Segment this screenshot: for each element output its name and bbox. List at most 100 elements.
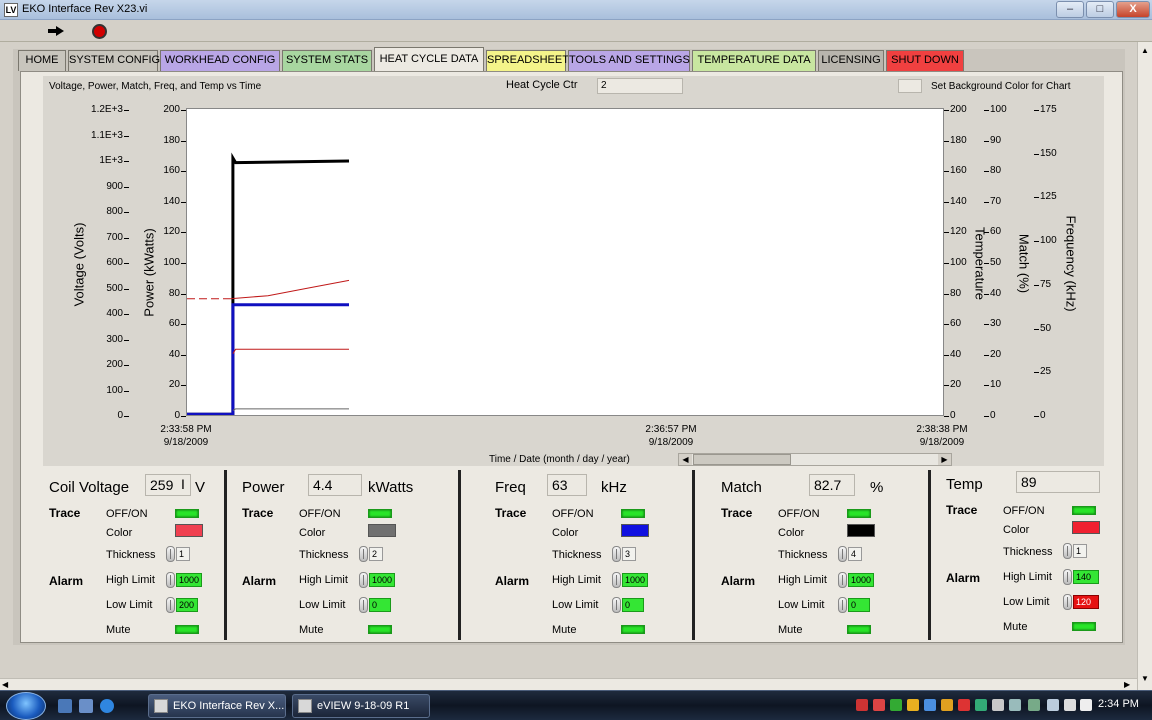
freq-high-limit-input[interactable]: 1000 xyxy=(622,573,648,587)
plot-area[interactable] xyxy=(186,108,944,416)
frequency-axis-tick: 75 xyxy=(1040,278,1052,290)
freq-high-limit-stepper[interactable] xyxy=(612,572,621,588)
match-high-limit-stepper[interactable] xyxy=(838,572,847,588)
taskbar-item-eview[interactable]: eVIEW 9-18-09 R1 xyxy=(292,694,430,718)
scrollbar-thumb[interactable] xyxy=(693,454,791,465)
network-icon[interactable] xyxy=(1047,699,1059,711)
run-button[interactable] xyxy=(46,22,68,40)
tab-heat-cycle-data[interactable]: HEAT CYCLE DATA xyxy=(374,47,484,72)
coil-voltage-thickness-stepper[interactable] xyxy=(166,546,175,562)
power-low-limit-input[interactable]: 0 xyxy=(369,598,391,612)
internet-explorer-icon[interactable] xyxy=(100,699,114,713)
temp-thickness-stepper[interactable] xyxy=(1063,543,1072,559)
power-low-limit-stepper[interactable] xyxy=(359,597,368,613)
axis-tick-mark xyxy=(124,314,129,315)
temp-thickness-input[interactable]: 1 xyxy=(1073,544,1087,558)
scroll-left-icon[interactable]: ◀ xyxy=(2,679,8,690)
tray-icon-green[interactable] xyxy=(890,699,902,711)
power-color-swatch[interactable] xyxy=(368,524,396,537)
tray-icon-red[interactable] xyxy=(856,699,868,711)
tray-icon-shield[interactable] xyxy=(958,699,970,711)
tab-system-stats[interactable]: SYSTEM STATS xyxy=(282,50,372,71)
coil-voltage-color-swatch[interactable] xyxy=(175,524,203,537)
tab-workhead-config[interactable]: WORKHEAD CONFIG xyxy=(160,50,280,71)
tray-icon-orange[interactable] xyxy=(941,699,953,711)
coil-voltage-high-limit-stepper[interactable] xyxy=(166,572,175,588)
scroll-up-arrow-icon[interactable]: ▲ xyxy=(1139,44,1151,58)
window-vertical-scrollbar[interactable]: ▲ ▼ xyxy=(1137,42,1152,690)
freq-thickness-stepper[interactable] xyxy=(612,546,621,562)
temp-color-swatch[interactable] xyxy=(1072,521,1100,534)
tab-spreadsheet[interactable]: SPREADSHEET xyxy=(486,50,569,71)
power-thickness-stepper[interactable] xyxy=(359,546,368,562)
abort-button[interactable] xyxy=(88,22,110,40)
temp-high-limit-stepper[interactable] xyxy=(1063,569,1072,585)
start-button[interactable] xyxy=(6,692,46,720)
tab-home[interactable]: HOME xyxy=(18,50,66,71)
tray-icon-gear[interactable] xyxy=(907,699,919,711)
show-desktop-icon[interactable] xyxy=(58,699,72,713)
tray-icon-ati[interactable] xyxy=(873,699,885,711)
power-thickness-input[interactable]: 2 xyxy=(369,547,383,561)
tab-shut-down[interactable]: SHUT DOWN xyxy=(886,50,964,71)
match-mute-toggle[interactable] xyxy=(847,625,871,634)
temp-trace-toggle[interactable] xyxy=(1072,506,1096,515)
heat-cycle-counter: 2 xyxy=(597,78,683,94)
freq-low-limit-input[interactable]: 0 xyxy=(622,598,644,612)
coil-voltage-trace-toggle[interactable] xyxy=(175,509,199,518)
scroll-right-icon[interactable]: ▶ xyxy=(1124,679,1130,690)
freq-trace-toggle[interactable] xyxy=(621,509,645,518)
coil-voltage-mute-toggle[interactable] xyxy=(175,625,199,634)
tab-licensing[interactable]: LICENSING xyxy=(818,50,884,71)
temp-high-limit-input[interactable]: 140 xyxy=(1073,570,1099,584)
temp-mute-toggle[interactable] xyxy=(1072,622,1096,631)
volume-icon[interactable] xyxy=(1064,699,1076,711)
switch-windows-icon[interactable] xyxy=(79,699,93,713)
match-thickness-stepper[interactable] xyxy=(838,546,847,562)
tray-icon-device[interactable] xyxy=(992,699,1004,711)
match-low-limit-input[interactable]: 0 xyxy=(848,598,870,612)
temperature-axis-tick: 120 xyxy=(950,226,967,238)
taskbar-item-eko[interactable]: EKO Interface Rev X... xyxy=(148,694,286,718)
battery-icon[interactable] xyxy=(1080,699,1092,711)
coil-voltage-thickness-input[interactable]: 1 xyxy=(176,547,190,561)
power-trace-toggle[interactable] xyxy=(368,509,392,518)
coil-voltage-low-limit-stepper[interactable] xyxy=(166,597,175,613)
coil-voltage-high-limit-input[interactable]: 1000 xyxy=(176,573,202,587)
match-thickness-input[interactable]: 4 xyxy=(848,547,862,561)
tray-icon-network-2[interactable] xyxy=(1028,699,1040,711)
scroll-down-arrow-icon[interactable]: ▼ xyxy=(1139,672,1151,686)
freq-thickness-input[interactable]: 3 xyxy=(622,547,636,561)
tab-tools-and-settings[interactable]: TOOLS AND SETTINGS xyxy=(568,50,690,71)
scroll-left-arrow-icon[interactable]: ◀ xyxy=(679,454,692,465)
maximize-button[interactable]: □ xyxy=(1086,1,1114,18)
frequency-axis-tick: 50 xyxy=(1040,322,1052,334)
tab-system-config[interactable]: SYSTEM CONFIG xyxy=(68,50,160,71)
match-high-limit-input[interactable]: 1000 xyxy=(848,573,874,587)
power-high-limit-input[interactable]: 1000 xyxy=(369,573,395,587)
match-trace-toggle[interactable] xyxy=(847,509,871,518)
close-button[interactable]: X xyxy=(1116,1,1150,18)
window-horizontal-scrollbar[interactable]: ◀ ▶ xyxy=(0,678,1137,690)
power-mute-toggle[interactable] xyxy=(368,625,392,634)
temp-low-limit-input[interactable]: 120 xyxy=(1073,595,1099,609)
bg-color-toggle[interactable] xyxy=(898,79,922,93)
match-low-limit-stepper[interactable] xyxy=(838,597,847,613)
tray-icon-security[interactable] xyxy=(975,699,987,711)
power-high-limit-stepper[interactable] xyxy=(359,572,368,588)
freq-low-limit-stepper[interactable] xyxy=(612,597,621,613)
power-axis-tick: 200 xyxy=(163,104,180,115)
scroll-right-arrow-icon[interactable]: ▶ xyxy=(938,454,951,465)
axis-tick-mark xyxy=(1034,328,1039,330)
freq-mute-toggle[interactable] xyxy=(621,625,645,634)
freq-color-swatch[interactable] xyxy=(621,524,649,537)
tab-temperature-data[interactable]: TEMPERATURE DATA xyxy=(692,50,816,71)
minimize-button[interactable]: – xyxy=(1056,1,1084,18)
coil-voltage-low-limit-input[interactable]: 200 xyxy=(176,598,198,612)
tray-icon-blue[interactable] xyxy=(924,699,936,711)
title-bar[interactable]: LV EKO Interface Rev X23.vi – □ X xyxy=(0,0,1152,20)
chart-horizontal-scrollbar[interactable]: ◀ ▶ xyxy=(678,453,952,466)
temp-low-limit-stepper[interactable] xyxy=(1063,594,1072,610)
match-color-swatch[interactable] xyxy=(847,524,875,537)
tray-icon-network[interactable] xyxy=(1009,699,1021,711)
